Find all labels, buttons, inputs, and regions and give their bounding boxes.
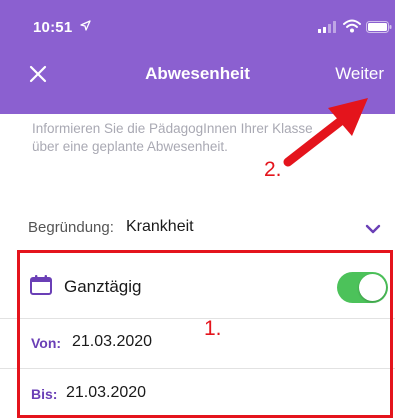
reason-value: Krankheit — [126, 218, 194, 235]
cellular-signal-icon — [318, 21, 336, 33]
status-time: 10:51 — [33, 19, 73, 36]
reason-label: Begründung: — [28, 219, 114, 236]
navigation-bar: Abwesenheit Weiter — [0, 54, 395, 94]
annotation-arrow-icon — [283, 98, 368, 167]
chevron-down-icon[interactable] — [364, 223, 382, 235]
reason-select[interactable]: Begründung: Krankheit — [0, 210, 395, 246]
annotation-step-1: 1. — [204, 317, 222, 340]
status-bar: 10:51 — [0, 0, 395, 40]
next-button[interactable]: Weiter — [335, 64, 384, 84]
battery-icon — [366, 21, 392, 33]
location-arrow-icon — [80, 20, 91, 31]
wifi-icon — [343, 19, 361, 33]
annotation-step-2: 2. — [264, 158, 282, 181]
